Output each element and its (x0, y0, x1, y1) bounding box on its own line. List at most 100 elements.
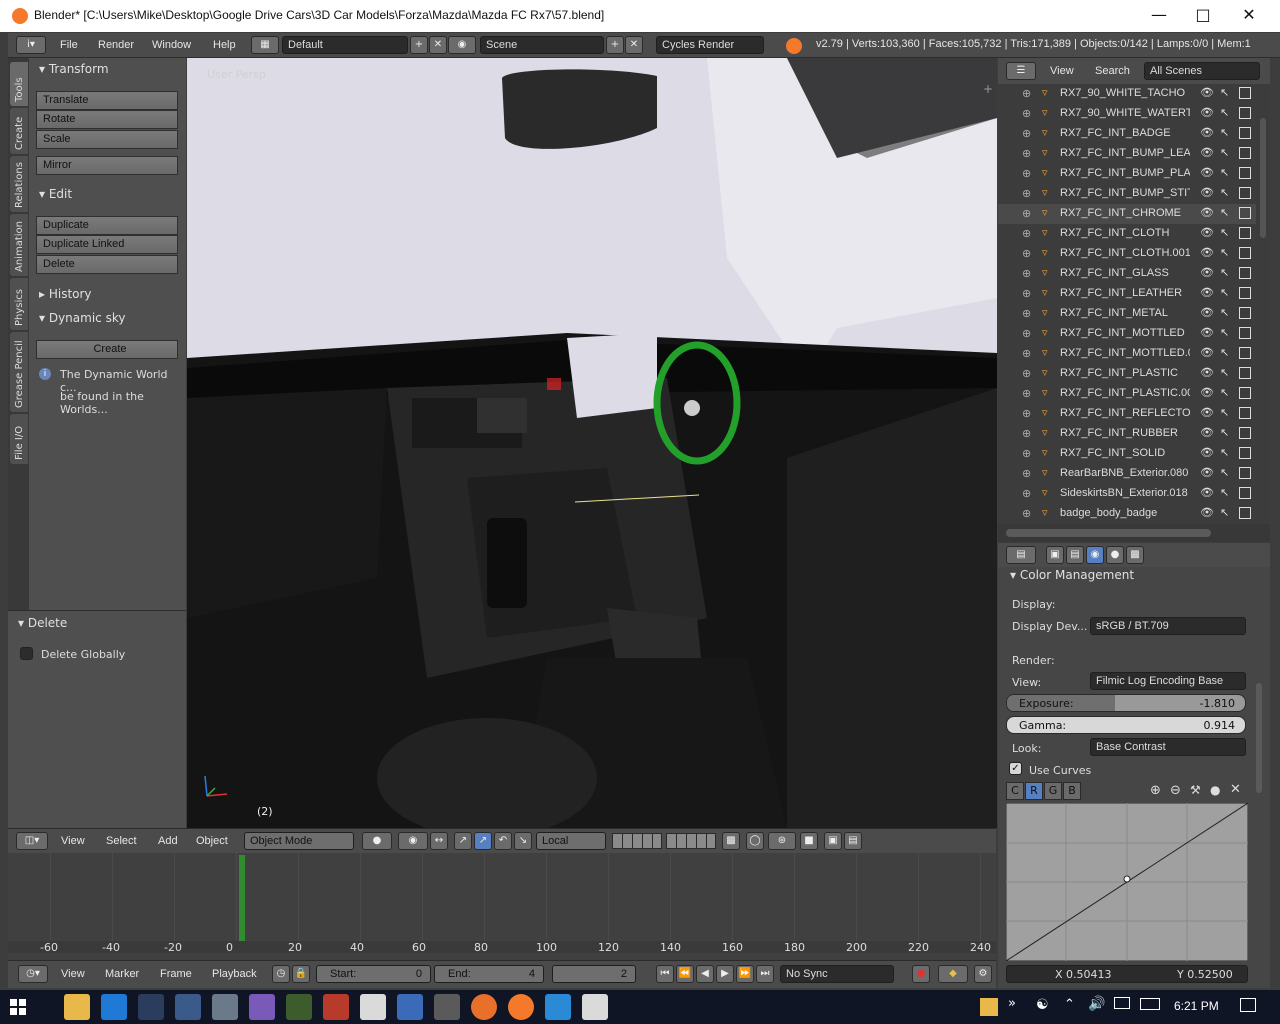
rotate-manipulator-icon[interactable]: ↗ (474, 832, 492, 850)
world-tab-icon[interactable]: ● (1106, 546, 1124, 564)
expand-icon[interactable]: ⊕ (1022, 147, 1031, 160)
transform-panel-header[interactable]: ▾ Transform (39, 62, 109, 76)
add-scene-icon[interactable]: + (606, 36, 624, 54)
app3-icon[interactable] (323, 994, 349, 1020)
render-layers-tab-icon[interactable]: ▤ (1066, 546, 1084, 564)
duplicate-linked-button[interactable]: Duplicate Linked (36, 235, 178, 254)
object-name[interactable]: RX7_FC_INT_CLOTH.001 (1060, 247, 1190, 259)
select-arrow-icon[interactable]: ↖ (1220, 226, 1229, 239)
render-camera-icon[interactable] (1239, 467, 1251, 479)
outliner-row[interactable]: ⊕ ▿ SideskirtsBN_Exterior.018 👁 ↖ (998, 484, 1256, 504)
object-mode-dropdown[interactable]: Object Mode (244, 832, 354, 850)
outliner-row[interactable]: ⊕ ▿ RX7_FC_INT_MOTTLED.001 👁 ↖ (998, 344, 1256, 364)
curve-channel-g[interactable]: G (1044, 782, 1062, 800)
history-panel-header[interactable]: ▸ History (39, 287, 92, 301)
menu-tl-view[interactable]: View (61, 962, 85, 987)
dynamic-sky-panel-header[interactable]: ▾ Dynamic sky (39, 311, 125, 325)
timeline-area[interactable]: -60 -40 -20 0 20 40 60 80 100 120 140 16… (8, 853, 996, 960)
select-arrow-icon[interactable]: ↖ (1220, 466, 1229, 479)
outliner-row[interactable]: ⊕ ▿ RX7_FC_INT_LEATHER 👁 ↖ (998, 284, 1256, 304)
curve-x-readout[interactable]: X 0.50413 (1055, 968, 1112, 981)
editor-type-info-icon[interactable]: i▾ (16, 36, 46, 54)
outliner-row[interactable]: ⊕ ▿ RearBarBNB_Exterior.080 👁 ↖ (998, 464, 1256, 484)
expand-icon[interactable]: ⊕ (1022, 87, 1031, 100)
start-frame-field[interactable]: Start: 0 (316, 965, 431, 983)
render-engine-dropdown[interactable]: Cycles Render (656, 36, 764, 54)
render-camera-icon[interactable] (1239, 127, 1251, 139)
object-name[interactable]: RX7_FC_INT_MOTTLED (1060, 327, 1190, 339)
curve-channel-r[interactable]: R (1025, 782, 1043, 800)
visibility-eye-icon[interactable]: 👁 (1200, 266, 1214, 279)
select-arrow-icon[interactable]: ↖ (1220, 126, 1229, 139)
play-reverse-icon[interactable]: ◀ (696, 965, 714, 983)
visibility-eye-icon[interactable]: 👁 (1200, 326, 1214, 339)
firefox-icon[interactable] (471, 994, 497, 1020)
expand-icon[interactable]: ⊕ (1022, 167, 1031, 180)
outliner-row[interactable]: ⊕ ▿ RX7_FC_INT_CLOTH.001 👁 ↖ (998, 244, 1256, 264)
render-camera-icon[interactable] (1239, 387, 1251, 399)
keying-set-icon[interactable]: ◆ (938, 965, 968, 983)
action-center-icon[interactable] (1240, 998, 1256, 1012)
look-dropdown[interactable]: Base Contrast (1090, 738, 1246, 756)
expand-icon[interactable]: ⊕ (1022, 447, 1031, 460)
color-management-header[interactable]: ▾ Color Management (1010, 568, 1134, 582)
expand-icon[interactable]: ⊕ (1022, 287, 1031, 300)
delete-globally-checkbox[interactable] (20, 647, 33, 660)
visibility-eye-icon[interactable]: 👁 (1200, 246, 1214, 259)
object-name[interactable]: RX7_FC_INT_MOTTLED.001 (1060, 347, 1190, 359)
clock[interactable]: 6:21 PM (1174, 999, 1219, 1013)
visibility-eye-icon[interactable]: 👁 (1200, 346, 1214, 359)
close-window-button[interactable]: ✕ (1226, 0, 1272, 32)
visibility-eye-icon[interactable]: 👁 (1200, 486, 1214, 499)
volume-icon[interactable]: 🔊 (1088, 996, 1105, 1012)
file-explorer-icon[interactable] (64, 994, 90, 1020)
outliner-row[interactable]: ⊕ ▿ RX7_90_WHITE_WATERTEM 👁 ↖ (998, 104, 1256, 124)
outliner-row[interactable]: ⊕ ▿ RX7_FC_INT_METAL 👁 ↖ (998, 304, 1256, 324)
edit-panel-header[interactable]: ▾ Edit (39, 187, 72, 201)
visibility-eye-icon[interactable]: 👁 (1200, 406, 1214, 419)
object-name[interactable]: RX7_FC_INT_PLASTIC.001 (1060, 387, 1190, 399)
visibility-eye-icon[interactable]: 👁 (1200, 86, 1214, 99)
end-frame-field[interactable]: End: 4 (434, 965, 544, 983)
object-name[interactable]: SideskirtsBN_Exterior.018 (1060, 487, 1190, 499)
render-camera-icon[interactable] (1239, 307, 1251, 319)
expand-icon[interactable]: ⊕ (1022, 467, 1031, 480)
pivot-point-icon[interactable]: ◉ (398, 832, 428, 850)
render-camera-icon[interactable] (1239, 87, 1251, 99)
screen-layout-field[interactable]: Default (282, 36, 408, 54)
delete-operator-header[interactable]: ▾ Delete (18, 616, 67, 630)
object-name[interactable]: RX7_FC_INT_BUMP_LEATHE (1060, 147, 1190, 159)
outliner-row[interactable]: ⊕ ▿ RX7_FC_INT_BUMP_STITCH 👁 ↖ (998, 184, 1256, 204)
expand-icon[interactable]: ⊕ (1022, 407, 1031, 420)
expand-icon[interactable]: ⊕ (1022, 507, 1031, 520)
outliner-row[interactable]: ⊕ ▿ RX7_FC_INT_SOLID 👁 ↖ (998, 444, 1256, 464)
tab-create[interactable]: Create (10, 108, 28, 154)
object-name[interactable]: RX7_FC_INT_SOLID (1060, 447, 1190, 459)
use-curves-checkbox[interactable]: ✓ (1009, 762, 1022, 775)
outliner-row[interactable]: ⊕ ▿ RX7_90_WHITE_TACHO 👁 ↖ (998, 84, 1256, 104)
outliner-row[interactable]: ⊕ ▿ RX7_FC_INT_RUBBER 👁 ↖ (998, 424, 1256, 444)
expand-icon[interactable]: ⊕ (1022, 107, 1031, 120)
wrench-icon[interactable]: ⚒ (1190, 783, 1201, 797)
transform-orientation-dropdown[interactable]: Local (536, 832, 606, 850)
play-icon[interactable]: ▶ (716, 965, 734, 983)
select-arrow-icon[interactable]: ↖ (1220, 246, 1229, 259)
render-camera-icon[interactable] (1239, 447, 1251, 459)
outliner-display-mode[interactable]: All Scenes (1144, 62, 1260, 80)
expand-icon[interactable]: ⊕ (1022, 387, 1031, 400)
scale-button[interactable]: Scale (36, 130, 178, 149)
render-camera-icon[interactable] (1239, 207, 1251, 219)
select-arrow-icon[interactable]: ↖ (1220, 166, 1229, 179)
current-frame-cursor[interactable] (239, 855, 246, 941)
manipulator-toggle-icon[interactable]: ↔ (430, 832, 448, 850)
menu-playback[interactable]: Playback (212, 962, 257, 987)
snap-target-icon[interactable]: ■ (800, 832, 818, 850)
expand-icon[interactable]: ⊕ (1022, 367, 1031, 380)
tab-file-io[interactable]: File I/O (10, 414, 28, 464)
editor-type-timeline-icon[interactable]: ◷▾ (18, 965, 48, 983)
expand-icon[interactable]: ⊕ (1022, 127, 1031, 140)
reset-point-icon[interactable]: ● (1210, 783, 1220, 797)
prev-keyframe-icon[interactable]: ⏪ (676, 965, 694, 983)
record-icon[interactable]: ● (912, 965, 930, 983)
object-name[interactable]: RearBarBNB_Exterior.080 (1060, 467, 1190, 479)
